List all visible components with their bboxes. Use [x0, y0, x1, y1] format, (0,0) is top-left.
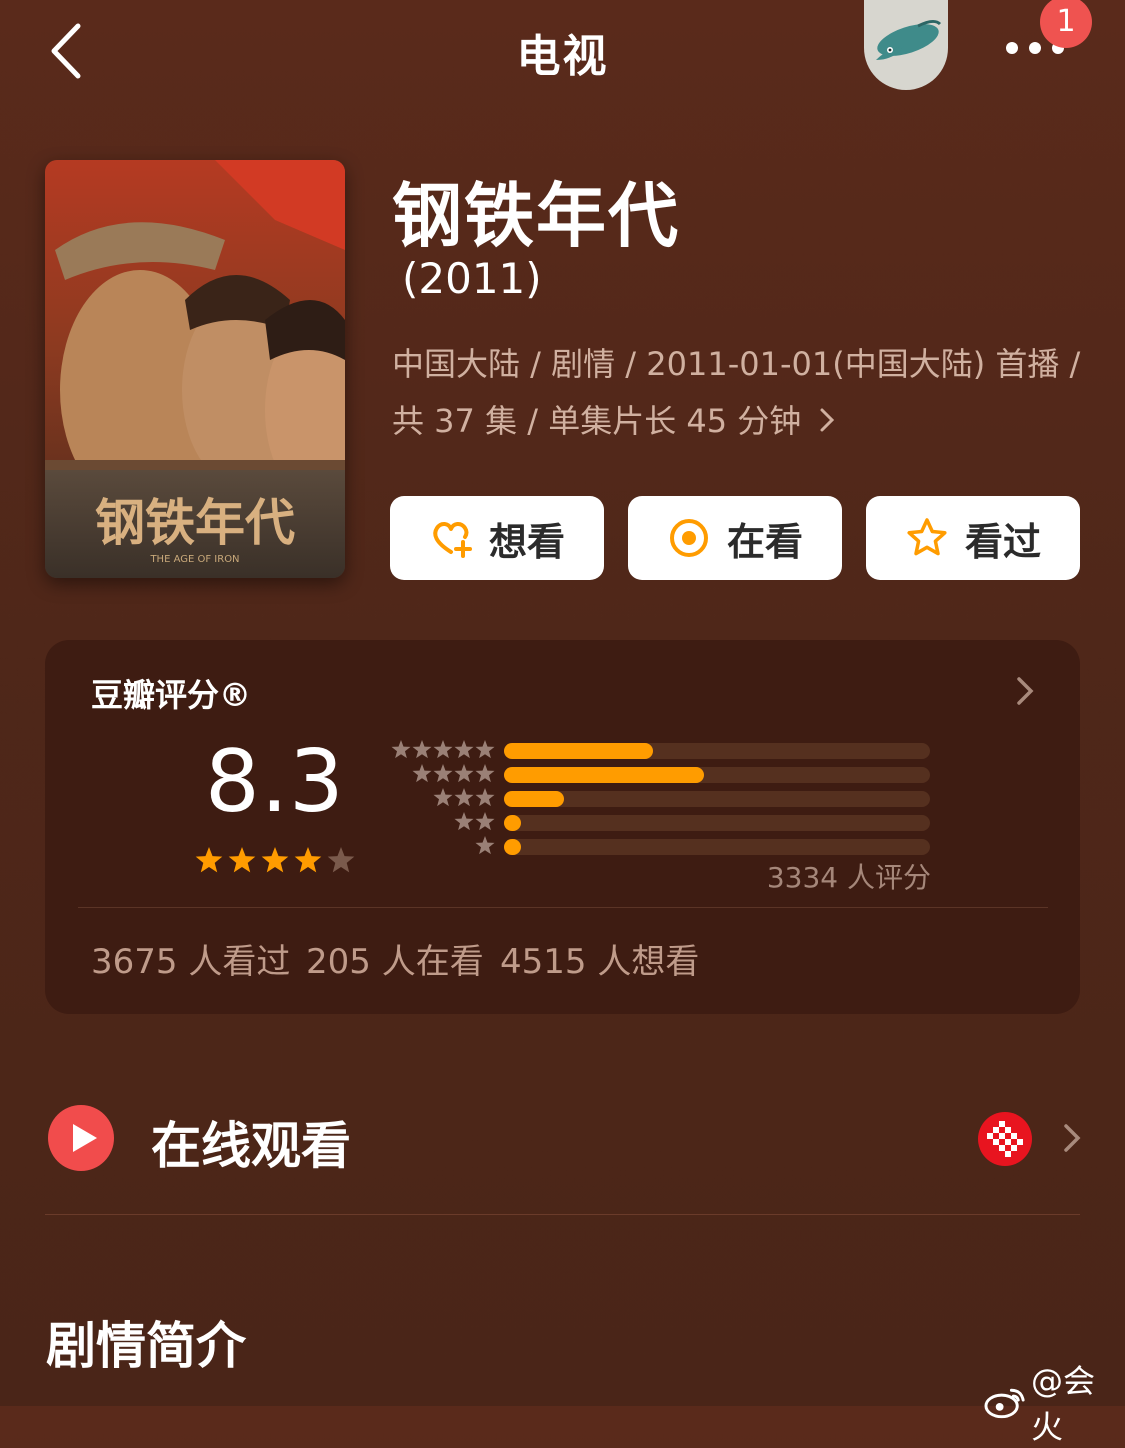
- movie-title: 钢铁年代: [392, 175, 680, 257]
- watching-count[interactable]: 205 人在看: [306, 934, 484, 983]
- rating-bar-2: [504, 815, 930, 831]
- watermark-text: @会火: [1031, 1362, 1096, 1446]
- star-level-icon: [454, 812, 474, 831]
- poster-subtitle: THE AGE OF IRON: [149, 554, 239, 565]
- star-level-icon: [475, 740, 495, 759]
- rating-score: 8.3: [205, 732, 345, 832]
- star-level-icon: [433, 788, 453, 807]
- rating-bar-5: [504, 743, 930, 759]
- meta-chevron-right-icon[interactable]: [817, 406, 837, 434]
- user-avatar[interactable]: [864, 0, 948, 90]
- star-level-icon: [412, 740, 432, 759]
- rating-bar-2-fill: [504, 815, 522, 831]
- total-ratings-count: 3334 人评分: [766, 861, 931, 894]
- empty-star-icon: [327, 847, 355, 873]
- star-level-icon: [475, 788, 495, 807]
- online-watch-chevron-right-icon[interactable]: [1062, 1122, 1082, 1154]
- rating-card[interactable]: 豆瓣评分® 8.3 3334 人评分 3675 人看过 205 人在看 4515…: [45, 640, 1080, 1014]
- star-level-labels: [391, 740, 495, 855]
- star-level-icon: [391, 740, 411, 759]
- want-count[interactable]: 4515 人想看: [500, 934, 699, 983]
- rating-bar-4-fill: [504, 767, 705, 783]
- watched-label: 看过: [964, 519, 1041, 564]
- rating-stars: [195, 847, 355, 873]
- meta-line-2: 共 37 集 / 单集片长 45 分钟: [392, 393, 1092, 450]
- card-divider: [78, 907, 1048, 908]
- rating-bar-3-fill: [504, 791, 564, 807]
- star-level-icon: [433, 740, 453, 759]
- star-level-icon: [433, 764, 453, 783]
- filled-star-icon: [195, 847, 223, 873]
- rating-bar-5-fill: [504, 743, 654, 759]
- rating-bar-1: [504, 839, 930, 855]
- watching-button[interactable]: 在看: [628, 496, 842, 580]
- star-level-icon: [454, 788, 474, 807]
- rating-bar-3: [504, 791, 930, 807]
- movie-meta[interactable]: 中国大陆 / 剧情 / 2011-01-01(中国大陆) 首播 / 共 37 集…: [392, 336, 1092, 450]
- want-to-watch-label: 想看: [488, 519, 565, 564]
- star-level-icon: [475, 764, 495, 783]
- section-divider: [45, 1214, 1080, 1215]
- filled-star-icon: [228, 847, 256, 873]
- poster-title: 钢铁年代: [95, 493, 295, 552]
- meta-line-1: 中国大陆 / 剧情 / 2011-01-01(中国大陆) 首播 /: [392, 345, 1081, 383]
- watermark: @会火: [984, 1356, 1125, 1448]
- synopsis-heading: 剧情简介: [46, 1317, 246, 1375]
- watching-label: 在看: [726, 519, 803, 564]
- star-level-icon: [454, 740, 474, 759]
- watched-button[interactable]: 看过: [866, 496, 1080, 580]
- nav-title: 电视: [516, 31, 609, 82]
- rating-label: 豆瓣评分®: [91, 676, 252, 714]
- fish-avatar-icon: [876, 19, 942, 60]
- rating-bar-4: [504, 767, 930, 783]
- heart-plus-icon: [433, 522, 472, 558]
- rating-chevron-right-icon[interactable]: [1013, 674, 1037, 708]
- star-level-icon: [412, 764, 432, 783]
- meta-line-2-text: 共 37 集 / 单集片长 45 分钟: [392, 402, 802, 440]
- poster-image[interactable]: 钢铁年代 THE AGE OF IRON: [45, 160, 345, 578]
- star-level-icon: [475, 812, 495, 831]
- weibo-logo-icon: [984, 1388, 1025, 1419]
- video-provider-icon[interactable]: [978, 1112, 1032, 1166]
- star-outline-icon: [907, 518, 947, 556]
- watched-count[interactable]: 3675 人看过: [91, 934, 290, 983]
- online-watch-label[interactable]: 在线观看: [151, 1106, 351, 1178]
- target-circle-icon: [669, 519, 708, 557]
- movie-year: (2011): [402, 254, 542, 303]
- filled-star-icon: [261, 847, 289, 873]
- star-level-icon: [454, 764, 474, 783]
- filled-star-icon: [294, 847, 322, 873]
- rating-bar-1-fill: [504, 839, 522, 855]
- play-icon[interactable]: [48, 1105, 114, 1171]
- star-level-icon: [475, 836, 495, 855]
- want-to-watch-button[interactable]: 想看: [390, 496, 604, 580]
